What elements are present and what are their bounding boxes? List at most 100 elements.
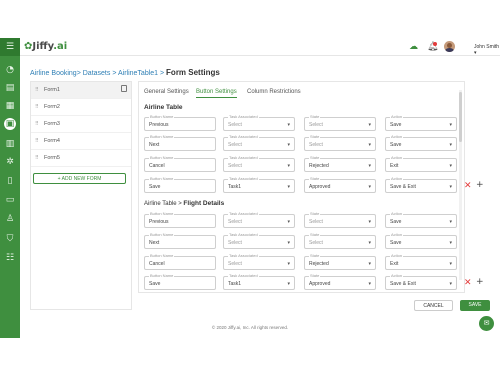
task-select[interactable]: Task Associated Select ▾ xyxy=(223,253,295,270)
task-select[interactable]: Task Associated Select ▾ xyxy=(223,232,295,249)
task-select[interactable]: Task Associated Task1 ▾ xyxy=(223,273,295,290)
apps-icon[interactable]: ▤ xyxy=(4,82,16,94)
action-select[interactable]: Action Save & Exit ▾ xyxy=(385,176,457,193)
breadcrumb-airline-table[interactable]: AirlineTable1 xyxy=(118,70,158,77)
action-select[interactable]: Action Save ▾ xyxy=(385,211,457,228)
task-select[interactable]: Task Associated Task1 ▾ xyxy=(223,176,295,193)
add-row-icon[interactable]: + xyxy=(476,181,484,190)
field-value: Next xyxy=(149,142,160,148)
button-name-field[interactable]: Button Name Cancel xyxy=(144,155,216,172)
avatar[interactable] xyxy=(444,41,455,52)
documents-icon[interactable]: ▦ xyxy=(4,100,16,112)
form-name: Form1 xyxy=(44,87,60,93)
drag-handle-icon[interactable]: ⠿ xyxy=(35,99,39,116)
button-name-field[interactable]: Button Name Previous xyxy=(144,114,216,131)
user-icon[interactable]: ♙ xyxy=(4,213,16,225)
field-value: Save xyxy=(149,184,161,190)
task-select[interactable]: Task Associated Select ▾ xyxy=(223,114,295,131)
shield-icon[interactable]: ⛉ xyxy=(4,233,16,245)
breadcrumb-datasets[interactable]: Datasets xyxy=(83,70,111,77)
cloud-icon[interactable]: ☁ xyxy=(409,42,418,52)
chat-icon[interactable]: ✉ xyxy=(479,316,494,331)
logo-suffix: .ai xyxy=(53,41,68,52)
field-value: Select xyxy=(309,219,323,225)
cancel-button[interactable]: CANCEL xyxy=(414,300,453,311)
button-name-field[interactable]: Button Name Save xyxy=(144,176,216,193)
field-label: Task Associated xyxy=(228,232,259,237)
field-label: Task Associated xyxy=(228,273,259,278)
user-menu[interactable]: John Smith ▾ xyxy=(474,44,500,56)
file-icon[interactable]: ▯ xyxy=(4,175,16,187)
tab-column-restrictions[interactable]: Column Restrictions xyxy=(247,89,301,95)
field-value: Select xyxy=(309,122,323,128)
task-select[interactable]: Task Associated Select ▾ xyxy=(223,134,295,151)
action-select[interactable]: Action Save ▾ xyxy=(385,114,457,131)
add-row-icon[interactable]: + xyxy=(476,278,484,287)
form-list-item[interactable]: ⠿ Form1 xyxy=(31,82,131,99)
add-new-form-button[interactable]: + ADD NEW FORM xyxy=(33,173,126,184)
grid-icon[interactable]: ▥ xyxy=(4,138,16,150)
app-window: { "brand": {"logo_text": "Jiffy", "logo_… xyxy=(0,0,500,375)
field-value: Select xyxy=(228,163,242,169)
state-select[interactable]: State Approved ▾ xyxy=(304,273,376,290)
state-select[interactable]: State Select ▾ xyxy=(304,232,376,249)
form-list-item[interactable]: ⠿ Form2 xyxy=(31,99,131,116)
state-select[interactable]: State Rejected ▾ xyxy=(304,155,376,172)
menu-icon[interactable]: ☰ xyxy=(4,41,16,53)
task-select[interactable]: Task Associated Select ▾ xyxy=(223,211,295,228)
button-name-field[interactable]: Button Name Cancel xyxy=(144,253,216,270)
state-select[interactable]: State Select ▾ xyxy=(304,114,376,131)
field-label: Task Associated xyxy=(228,211,259,216)
delete-row-icon[interactable]: ✕ xyxy=(464,279,472,288)
drag-handle-icon[interactable]: ⠿ xyxy=(35,116,39,133)
table-icon[interactable]: ▣ xyxy=(4,118,16,130)
field-value: Save & Exit xyxy=(390,281,416,287)
action-select[interactable]: Action Save ▾ xyxy=(385,232,457,249)
action-select[interactable]: Action Save ▾ xyxy=(385,134,457,151)
field-label: Action xyxy=(390,273,404,278)
drag-handle-icon[interactable]: ⠿ xyxy=(35,82,39,99)
breadcrumb-airline-booking[interactable]: Airline Booking xyxy=(30,70,77,77)
state-select[interactable]: State Rejected ▾ xyxy=(304,253,376,270)
dashboard-icon[interactable]: ◔ xyxy=(4,64,16,76)
scrollbar-thumb[interactable] xyxy=(459,92,462,142)
state-select[interactable]: State Approved ▾ xyxy=(304,176,376,193)
form-list-item[interactable]: ⠿ Form4 xyxy=(31,133,131,150)
settings-cog-icon[interactable]: ✲ xyxy=(4,156,16,168)
chevron-down-icon: ▾ xyxy=(287,219,290,225)
tab-button-settings[interactable]: Button Settings xyxy=(196,89,237,98)
field-value: Exit xyxy=(390,261,399,267)
chevron-down-icon: ▾ xyxy=(287,122,290,128)
tab-general-settings[interactable]: General Settings xyxy=(144,89,189,95)
button-name-field[interactable]: Button Name Next xyxy=(144,134,216,151)
delete-row-icon[interactable]: ✕ xyxy=(464,182,472,191)
brand-logo[interactable]: ✿Jiffy.ai xyxy=(24,41,67,52)
state-select[interactable]: State Select ▾ xyxy=(304,211,376,228)
drag-handle-icon[interactable]: ⠿ xyxy=(35,133,39,150)
drag-handle-icon[interactable]: ⠿ xyxy=(35,150,39,167)
form-list-item[interactable]: ⠿ Form3 xyxy=(31,116,131,133)
button-name-field[interactable]: Button Name Next xyxy=(144,232,216,249)
field-value: Cancel xyxy=(149,163,165,169)
action-select[interactable]: Action Exit ▾ xyxy=(385,253,457,270)
save-button[interactable]: SAVE xyxy=(460,300,490,311)
form-list-item[interactable]: ⠿ Form5 xyxy=(31,150,131,167)
action-select[interactable]: Action Save & Exit ▾ xyxy=(385,273,457,290)
chevron-down-icon: ▾ xyxy=(287,240,290,246)
chevron-down-icon: ▾ xyxy=(287,281,290,287)
button-name-field[interactable]: Button Name Previous xyxy=(144,211,216,228)
field-value: Save xyxy=(390,219,402,225)
button-name-field[interactable]: Button Name Save xyxy=(144,273,216,290)
section-title: Airline Table > Flight Details xyxy=(144,200,224,207)
form-icon[interactable]: ▭ xyxy=(4,194,16,206)
field-label: State xyxy=(309,253,321,258)
sliders-icon[interactable]: ☷ xyxy=(4,252,16,264)
chevron-down-icon: ▾ xyxy=(449,142,452,148)
chevron-down-icon: ▾ xyxy=(368,163,371,169)
state-select[interactable]: State Select ▾ xyxy=(304,134,376,151)
field-value: Select xyxy=(228,261,242,267)
chevron-down-icon: ▾ xyxy=(449,122,452,128)
action-select[interactable]: Action Exit ▾ xyxy=(385,155,457,172)
copy-icon[interactable] xyxy=(121,85,127,92)
task-select[interactable]: Task Associated Select ▾ xyxy=(223,155,295,172)
